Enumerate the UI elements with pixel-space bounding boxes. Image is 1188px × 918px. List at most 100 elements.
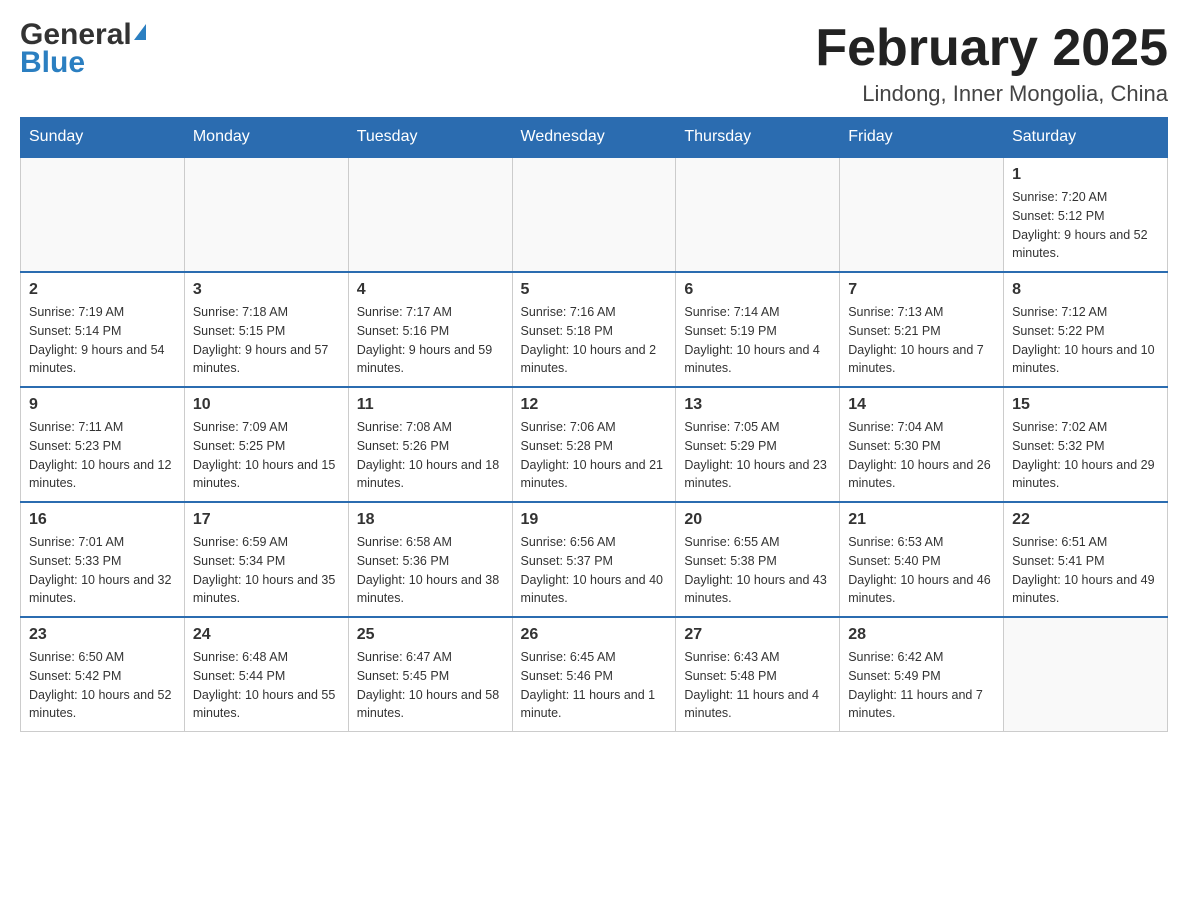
calendar-week-row: 16Sunrise: 7:01 AMSunset: 5:33 PMDayligh… bbox=[21, 502, 1168, 617]
day-info: Sunrise: 7:17 AMSunset: 5:16 PMDaylight:… bbox=[357, 303, 504, 378]
weekday-header-sunday: Sunday bbox=[21, 118, 185, 158]
day-number: 19 bbox=[521, 511, 668, 529]
calendar-cell: 17 Sunrise: 6:59 AMSunset: 5:34 PMDayligh… bbox=[184, 502, 348, 617]
day-info: Sunrise: 7:18 AMSunset: 5:15 PMDaylight:… bbox=[193, 303, 340, 378]
day-number: 27 bbox=[684, 626, 831, 644]
day-info: Sunrise: 6:58 AMSunset: 5:36 PMDaylight:… bbox=[357, 533, 504, 608]
calendar-cell bbox=[21, 157, 185, 272]
calendar-cell bbox=[840, 157, 1004, 272]
day-number: 2 bbox=[29, 281, 176, 299]
calendar-cell: 21 Sunrise: 6:53 AMSunset: 5:40 PMDayligh… bbox=[840, 502, 1004, 617]
calendar-cell bbox=[348, 157, 512, 272]
day-info: Sunrise: 7:08 AMSunset: 5:26 PMDaylight:… bbox=[357, 418, 504, 493]
day-info: Sunrise: 7:04 AMSunset: 5:30 PMDaylight:… bbox=[848, 418, 995, 493]
day-info: Sunrise: 6:56 AMSunset: 5:37 PMDaylight:… bbox=[521, 533, 668, 608]
calendar-week-row: 2 Sunrise: 7:19 AMSunset: 5:14 PMDaylight… bbox=[21, 272, 1168, 387]
calendar-table: SundayMondayTuesdayWednesdayThursdayFrid… bbox=[20, 117, 1168, 732]
day-info: Sunrise: 7:14 AMSunset: 5:19 PMDaylight:… bbox=[684, 303, 831, 378]
day-number: 18 bbox=[357, 511, 504, 529]
day-number: 6 bbox=[684, 281, 831, 299]
day-number: 8 bbox=[1012, 281, 1159, 299]
day-info: Sunrise: 7:06 AMSunset: 5:28 PMDaylight:… bbox=[521, 418, 668, 493]
day-number: 1 bbox=[1012, 166, 1159, 184]
calendar-cell: 28 Sunrise: 6:42 AMSunset: 5:49 PMDayligh… bbox=[840, 617, 1004, 732]
calendar-cell: 26 Sunrise: 6:45 AMSunset: 5:46 PMDayligh… bbox=[512, 617, 676, 732]
day-info: Sunrise: 6:53 AMSunset: 5:40 PMDaylight:… bbox=[848, 533, 995, 608]
title-section: February 2025 Lindong, Inner Mongolia, C… bbox=[815, 20, 1168, 107]
calendar-cell: 23 Sunrise: 6:50 AMSunset: 5:42 PMDayligh… bbox=[21, 617, 185, 732]
logo-triangle-icon bbox=[134, 24, 146, 40]
weekday-header-monday: Monday bbox=[184, 118, 348, 158]
day-number: 14 bbox=[848, 396, 995, 414]
day-number: 11 bbox=[357, 396, 504, 414]
weekday-header-wednesday: Wednesday bbox=[512, 118, 676, 158]
day-info: Sunrise: 6:45 AMSunset: 5:46 PMDaylight:… bbox=[521, 648, 668, 723]
calendar-cell: 15Sunrise: 7:02 AMSunset: 5:32 PMDayligh… bbox=[1004, 387, 1168, 502]
calendar-cell: 14 Sunrise: 7:04 AMSunset: 5:30 PMDayligh… bbox=[840, 387, 1004, 502]
day-info: Sunrise: 6:59 AMSunset: 5:34 PMDaylight:… bbox=[193, 533, 340, 608]
weekday-header-saturday: Saturday bbox=[1004, 118, 1168, 158]
calendar-cell: 8 Sunrise: 7:12 AMSunset: 5:22 PMDaylight… bbox=[1004, 272, 1168, 387]
day-number: 28 bbox=[848, 626, 995, 644]
day-info: Sunrise: 7:20 AMSunset: 5:12 PMDaylight:… bbox=[1012, 188, 1159, 263]
calendar-week-row: 1 Sunrise: 7:20 AMSunset: 5:12 PMDaylight… bbox=[21, 157, 1168, 272]
day-info: Sunrise: 7:19 AMSunset: 5:14 PMDaylight:… bbox=[29, 303, 176, 378]
day-number: 17 bbox=[193, 511, 340, 529]
day-info: Sunrise: 7:12 AMSunset: 5:22 PMDaylight:… bbox=[1012, 303, 1159, 378]
day-info: Sunrise: 7:05 AMSunset: 5:29 PMDaylight:… bbox=[684, 418, 831, 493]
calendar-cell: 3 Sunrise: 7:18 AMSunset: 5:15 PMDaylight… bbox=[184, 272, 348, 387]
day-info: Sunrise: 6:55 AMSunset: 5:38 PMDaylight:… bbox=[684, 533, 831, 608]
calendar-cell: 20 Sunrise: 6:55 AMSunset: 5:38 PMDayligh… bbox=[676, 502, 840, 617]
day-info: Sunrise: 6:50 AMSunset: 5:42 PMDaylight:… bbox=[29, 648, 176, 723]
calendar-cell: 4 Sunrise: 7:17 AMSunset: 5:16 PMDaylight… bbox=[348, 272, 512, 387]
day-info: Sunrise: 7:16 AMSunset: 5:18 PMDaylight:… bbox=[521, 303, 668, 378]
calendar-week-row: 9 Sunrise: 7:11 AMSunset: 5:23 PMDaylight… bbox=[21, 387, 1168, 502]
day-info: Sunrise: 7:09 AMSunset: 5:25 PMDaylight:… bbox=[193, 418, 340, 493]
day-number: 20 bbox=[684, 511, 831, 529]
day-info: Sunrise: 7:11 AMSunset: 5:23 PMDaylight:… bbox=[29, 418, 176, 493]
calendar-cell: 27 Sunrise: 6:43 AMSunset: 5:48 PMDayligh… bbox=[676, 617, 840, 732]
calendar-cell bbox=[512, 157, 676, 272]
weekday-header-thursday: Thursday bbox=[676, 118, 840, 158]
logo: General Blue bbox=[20, 20, 148, 78]
day-number: 25 bbox=[357, 626, 504, 644]
calendar-cell: 2 Sunrise: 7:19 AMSunset: 5:14 PMDaylight… bbox=[21, 272, 185, 387]
day-number: 22 bbox=[1012, 511, 1159, 529]
calendar-cell: 24Sunrise: 6:48 AMSunset: 5:44 PMDayligh… bbox=[184, 617, 348, 732]
calendar-cell: 10 Sunrise: 7:09 AMSunset: 5:25 PMDayligh… bbox=[184, 387, 348, 502]
day-info: Sunrise: 6:48 AMSunset: 5:44 PMDaylight:… bbox=[193, 648, 340, 723]
calendar-cell: 16Sunrise: 7:01 AMSunset: 5:33 PMDayligh… bbox=[21, 502, 185, 617]
day-number: 7 bbox=[848, 281, 995, 299]
day-number: 21 bbox=[848, 511, 995, 529]
day-info: Sunrise: 7:02 AMSunset: 5:32 PMDaylight:… bbox=[1012, 418, 1159, 493]
day-number: 5 bbox=[521, 281, 668, 299]
day-info: Sunrise: 7:13 AMSunset: 5:21 PMDaylight:… bbox=[848, 303, 995, 378]
day-info: Sunrise: 7:01 AMSunset: 5:33 PMDaylight:… bbox=[29, 533, 176, 608]
calendar-cell: 25Sunrise: 6:47 AMSunset: 5:45 PMDayligh… bbox=[348, 617, 512, 732]
calendar-cell: 22 Sunrise: 6:51 AMSunset: 5:41 PMDayligh… bbox=[1004, 502, 1168, 617]
location-subtitle: Lindong, Inner Mongolia, China bbox=[815, 81, 1168, 107]
calendar-cell: 9 Sunrise: 7:11 AMSunset: 5:23 PMDaylight… bbox=[21, 387, 185, 502]
day-number: 9 bbox=[29, 396, 176, 414]
day-number: 26 bbox=[521, 626, 668, 644]
day-info: Sunrise: 6:43 AMSunset: 5:48 PMDaylight:… bbox=[684, 648, 831, 723]
day-number: 3 bbox=[193, 281, 340, 299]
day-info: Sunrise: 6:42 AMSunset: 5:49 PMDaylight:… bbox=[848, 648, 995, 723]
calendar-cell: 13 Sunrise: 7:05 AMSunset: 5:29 PMDayligh… bbox=[676, 387, 840, 502]
day-info: Sunrise: 6:51 AMSunset: 5:41 PMDaylight:… bbox=[1012, 533, 1159, 608]
calendar-cell bbox=[184, 157, 348, 272]
month-title: February 2025 bbox=[815, 20, 1168, 77]
calendar-cell: 19 Sunrise: 6:56 AMSunset: 5:37 PMDayligh… bbox=[512, 502, 676, 617]
calendar-cell: 1 Sunrise: 7:20 AMSunset: 5:12 PMDaylight… bbox=[1004, 157, 1168, 272]
weekday-header-friday: Friday bbox=[840, 118, 1004, 158]
weekday-header-tuesday: Tuesday bbox=[348, 118, 512, 158]
day-number: 12 bbox=[521, 396, 668, 414]
calendar-header-row: SundayMondayTuesdayWednesdayThursdayFrid… bbox=[21, 118, 1168, 158]
calendar-cell: 7 Sunrise: 7:13 AMSunset: 5:21 PMDaylight… bbox=[840, 272, 1004, 387]
day-number: 23 bbox=[29, 626, 176, 644]
day-number: 10 bbox=[193, 396, 340, 414]
calendar-cell: 5 Sunrise: 7:16 AMSunset: 5:18 PMDaylight… bbox=[512, 272, 676, 387]
calendar-cell: 18 Sunrise: 6:58 AMSunset: 5:36 PMDayligh… bbox=[348, 502, 512, 617]
day-number: 13 bbox=[684, 396, 831, 414]
day-number: 4 bbox=[357, 281, 504, 299]
